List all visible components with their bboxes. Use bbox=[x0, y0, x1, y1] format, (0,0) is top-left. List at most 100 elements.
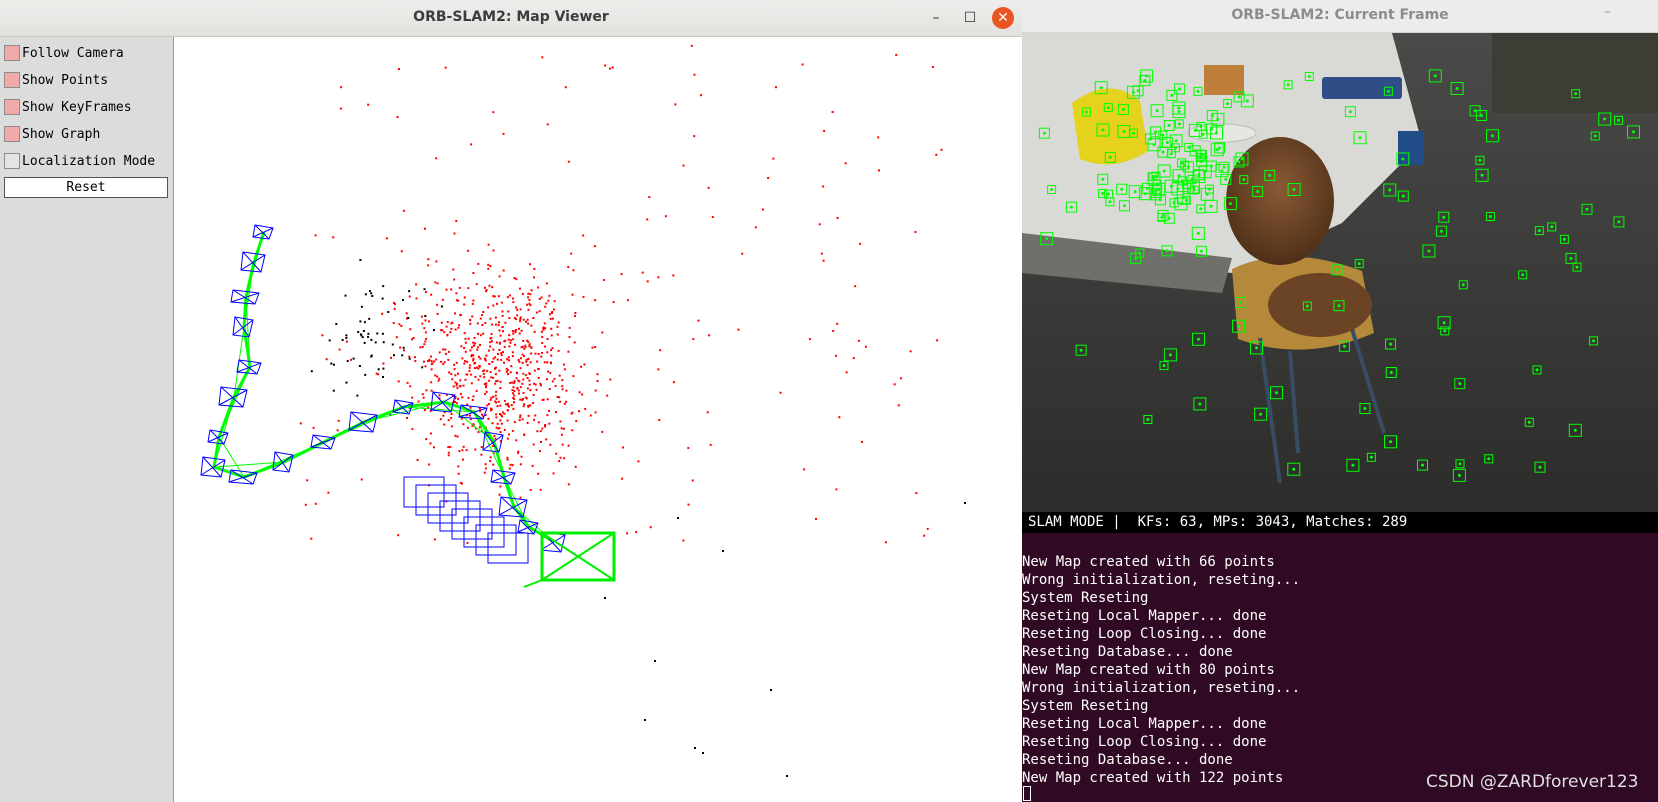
map-point bbox=[468, 364, 471, 367]
map-point bbox=[528, 373, 531, 375]
minimize-icon[interactable]: – bbox=[1604, 4, 1611, 20]
map-point bbox=[533, 382, 536, 385]
orb-feature-dot bbox=[1439, 229, 1443, 233]
reference-point bbox=[328, 339, 331, 342]
orb-feature-dot bbox=[1101, 177, 1105, 181]
map-point bbox=[321, 334, 324, 337]
map-point bbox=[439, 418, 442, 421]
follow-camera-toggle[interactable]: Follow Camera bbox=[4, 43, 124, 63]
maximize-icon[interactable]: ☐ bbox=[960, 8, 980, 28]
map-point bbox=[447, 454, 450, 457]
map-point bbox=[484, 358, 486, 361]
map-point bbox=[444, 66, 447, 69]
map-point bbox=[336, 429, 339, 432]
map-point bbox=[428, 359, 430, 362]
map-point bbox=[440, 360, 443, 363]
reference-point bbox=[401, 299, 404, 302]
checkbox-icon[interactable] bbox=[4, 45, 20, 61]
reset-button[interactable]: Reset bbox=[4, 177, 168, 198]
map-point bbox=[513, 380, 516, 383]
show-keyframes-toggle[interactable]: Show KeyFrames bbox=[4, 97, 132, 117]
map-point bbox=[844, 162, 847, 165]
map-point bbox=[549, 361, 552, 364]
checkbox-icon[interactable] bbox=[4, 99, 20, 115]
map-point bbox=[424, 319, 427, 322]
orb-feature-dot bbox=[1550, 225, 1554, 229]
orb-feature-dot bbox=[1179, 202, 1183, 206]
map-point bbox=[884, 541, 887, 544]
map-point bbox=[700, 94, 702, 97]
map-point bbox=[450, 373, 453, 375]
checkbox-icon[interactable] bbox=[4, 126, 20, 142]
map-point bbox=[767, 177, 770, 179]
orb-feature-dot bbox=[1305, 304, 1309, 308]
map-point bbox=[852, 357, 855, 360]
map-point bbox=[299, 422, 302, 425]
map-point bbox=[857, 339, 860, 342]
show-points-toggle[interactable]: Show Points bbox=[4, 70, 108, 90]
map-point bbox=[435, 260, 438, 263]
map-point bbox=[557, 349, 560, 352]
map-point bbox=[877, 136, 880, 139]
map-point bbox=[507, 310, 510, 313]
map-point bbox=[494, 366, 497, 369]
map-point bbox=[532, 402, 535, 404]
terminal-lines: New Map created with 66 points Wrong ini… bbox=[1022, 553, 1300, 787]
covisibility-graph-edge bbox=[473, 411, 505, 478]
map-point bbox=[453, 368, 456, 371]
map-point bbox=[539, 450, 541, 453]
map-3d-view[interactable] bbox=[174, 37, 1022, 802]
reference-point bbox=[358, 365, 361, 367]
map-point bbox=[672, 274, 675, 277]
orb-feature-dot bbox=[1161, 150, 1165, 154]
orb-feature-dot bbox=[1401, 194, 1405, 198]
orb-feature-dot bbox=[1389, 342, 1393, 346]
map-point bbox=[471, 315, 474, 318]
reference-point bbox=[344, 294, 347, 297]
map-point bbox=[622, 446, 624, 449]
map-point bbox=[528, 298, 531, 301]
terminal-line: Reseting Loop Closing... done bbox=[1022, 734, 1267, 750]
map-point bbox=[458, 324, 461, 327]
map-point bbox=[450, 288, 453, 291]
map-point bbox=[406, 417, 408, 419]
reference-point bbox=[357, 331, 360, 333]
map-point bbox=[897, 404, 900, 407]
terminal-output[interactable]: New Map created with 66 points Wrong ini… bbox=[1022, 533, 1658, 802]
reference-point bbox=[407, 317, 410, 319]
map-point bbox=[350, 358, 352, 361]
map-point bbox=[521, 382, 524, 385]
show-graph-toggle[interactable]: Show Graph bbox=[4, 124, 100, 144]
map-point bbox=[691, 479, 694, 482]
checkbox-icon[interactable] bbox=[4, 153, 20, 169]
orb-feature-dot bbox=[1480, 173, 1484, 177]
map-point bbox=[477, 378, 480, 381]
map-point bbox=[538, 310, 541, 313]
orb-feature-dot bbox=[1237, 160, 1241, 164]
minimize-icon[interactable]: – bbox=[926, 8, 946, 28]
map-point bbox=[575, 420, 578, 423]
map-point bbox=[424, 227, 426, 230]
map-point bbox=[411, 338, 414, 341]
map-point bbox=[506, 409, 509, 412]
checkbox-icon[interactable] bbox=[4, 72, 20, 88]
map-point bbox=[464, 337, 467, 340]
map-point bbox=[594, 389, 597, 392]
localization-mode-toggle[interactable]: Localization Mode bbox=[4, 151, 155, 171]
map-point bbox=[470, 355, 473, 358]
map-viewer-titlebar[interactable]: ORB-SLAM2: Map Viewer – ☐ ✕ bbox=[0, 0, 1022, 37]
map-point bbox=[484, 393, 487, 396]
map-point bbox=[772, 157, 775, 160]
map-point bbox=[573, 341, 576, 344]
map-point bbox=[551, 380, 554, 383]
close-icon[interactable]: ✕ bbox=[992, 7, 1014, 29]
map-points bbox=[299, 44, 966, 777]
map-point bbox=[845, 371, 848, 374]
map-point bbox=[818, 223, 821, 226]
orb-feature-dot bbox=[1145, 74, 1149, 78]
reference-point bbox=[408, 290, 411, 293]
map-point bbox=[447, 451, 450, 454]
orb-feature-dot bbox=[1603, 117, 1607, 121]
current-frame-titlebar[interactable]: ORB-SLAM2: Current Frame – bbox=[1022, 0, 1658, 33]
map-point bbox=[935, 153, 938, 156]
